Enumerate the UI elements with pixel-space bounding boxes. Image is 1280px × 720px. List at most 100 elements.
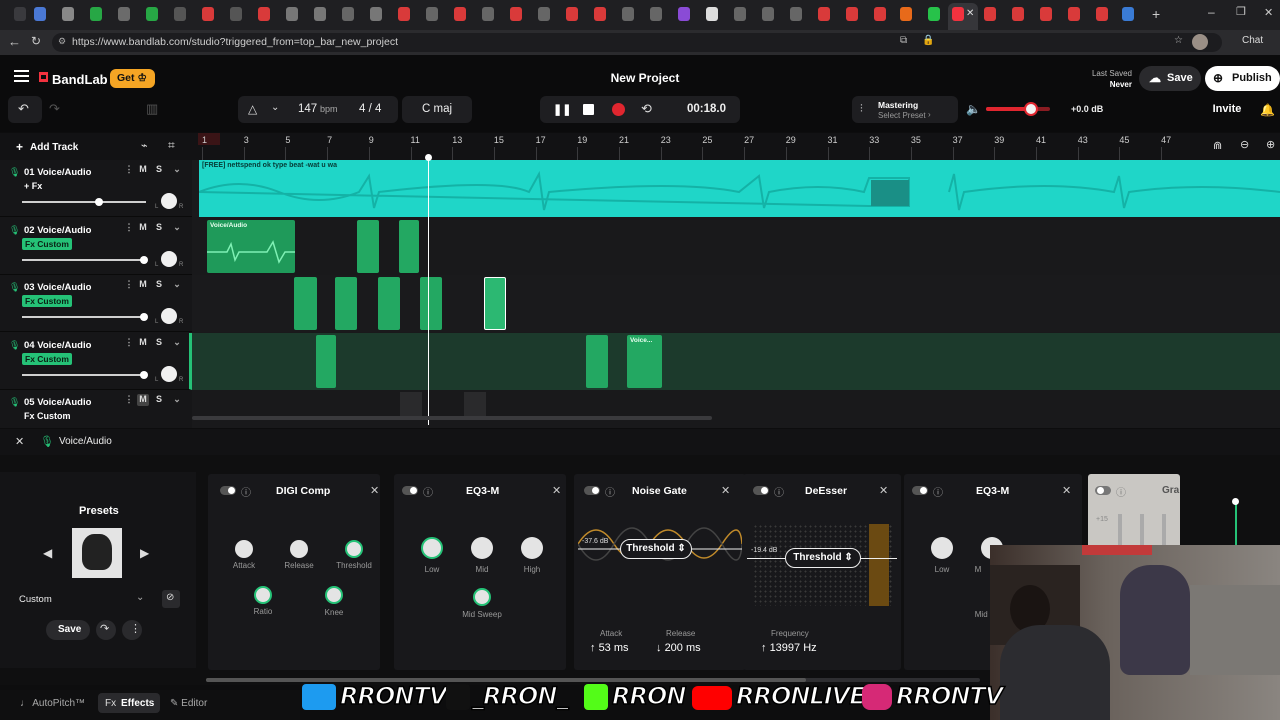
tab-effects[interactable]: Fx Effects [98,693,160,713]
info-icon[interactable]: ⓘ [423,484,433,499]
audio-clip[interactable] [294,277,317,330]
track-fx-badge[interactable]: Fx Custom [22,352,72,365]
tab-favicon-icon[interactable] [62,7,74,21]
redo-button[interactable]: ↷ [44,96,70,123]
mute-button[interactable]: M [137,337,149,349]
tab-favicon-icon[interactable] [1096,7,1108,21]
timeline-scrollbar[interactable] [192,416,712,420]
install-icon[interactable]: ⧉ [900,35,907,46]
effect-toggle[interactable] [220,486,236,495]
zoom-in-icon[interactable]: ⊕ [1266,138,1275,151]
tab-favicon-icon[interactable] [426,7,438,21]
effects-scroll-knob[interactable] [1232,498,1239,505]
track-menu-icon[interactable]: ⋮ [123,222,135,234]
track-menu-icon[interactable]: ⋮ [123,279,135,291]
lane-02[interactable]: Voice/Audio [192,218,1280,275]
master-volume-knob[interactable] [1023,102,1038,116]
audio-clip[interactable]: Voice/Audio [207,220,295,273]
preset-dropdown[interactable]: Custom ⌄ [14,590,152,608]
clear-preset-button[interactable]: ⊘ [162,590,180,608]
solo-button[interactable]: S [153,394,165,406]
audio-clip[interactable] [378,277,400,330]
tab-favicon-icon[interactable] [566,7,578,21]
knee-knob[interactable] [325,586,343,604]
info-icon[interactable]: ⓘ [1116,484,1126,499]
tab-favicon-icon[interactable] [230,7,242,21]
url-field[interactable]: ⚙ https://www.bandlab.com/studio?trigger… [52,33,1222,52]
track-name[interactable]: 02 Voice/Audio [24,225,91,236]
time-signature[interactable]: 4 / 4 [359,103,381,115]
remove-effect-icon[interactable]: ✕ [370,484,379,497]
effect-toggle[interactable] [912,486,928,495]
tab-favicon-icon[interactable] [594,7,606,21]
low-knob[interactable] [421,537,443,559]
mute-button[interactable]: M [137,279,149,291]
publish-button[interactable]: ⊕ Publish [1205,66,1280,91]
tab-favicon-icon[interactable] [1040,7,1052,21]
bookmark-star-icon[interactable]: ☆ [1174,35,1183,46]
solo-button[interactable]: S [153,279,165,291]
tab-favicon-icon[interactable] [90,7,102,21]
tab-editor[interactable]: ✎ Editor [170,698,207,709]
gate-threshold-control[interactable]: Threshold ⇕ [620,539,692,559]
tab-favicon-icon[interactable] [482,7,494,21]
audio-clip[interactable] [357,220,379,273]
tab-favicon-icon[interactable] [174,7,186,21]
close-tab-icon[interactable]: ✕ [966,8,974,19]
info-icon[interactable]: ⓘ [774,484,784,499]
track-settings-icon[interactable]: ⌗ [168,138,175,153]
tab-favicon-icon[interactable] [34,7,46,21]
chevron-down-icon[interactable]: ⌄ [171,222,183,234]
reload-icon[interactable]: ↻ [31,34,41,48]
info-icon[interactable]: ⓘ [933,484,943,499]
active-tab[interactable]: ✕ [948,3,978,30]
mastering-button[interactable]: ⫶ Mastering Select Preset › [852,96,958,123]
tab-favicon-icon[interactable] [1012,7,1024,21]
track-header[interactable]: 🎙 02 Voice/Audio ⋮ M S ⌄ Fx Custom L R [0,218,192,275]
effect-toggle[interactable] [584,486,600,495]
preset-more-button[interactable]: ⋮ [122,620,142,640]
close-effects-icon[interactable]: ✕ [15,435,24,448]
get-membership-button[interactable]: Get ♔ [110,69,155,88]
track-volume-knob[interactable] [139,313,148,321]
bpm-value[interactable]: 147 [298,103,317,115]
tab-favicon-icon[interactable] [538,7,550,21]
tab-favicon-icon[interactable] [734,7,746,21]
remove-effect-icon[interactable]: ✕ [1062,484,1071,497]
zoom-out-icon[interactable]: ⊖ [1240,138,1249,151]
tab-favicon-icon[interactable] [928,7,940,21]
deesser-threshold-control[interactable]: Threshold ⇕ [785,548,861,568]
tab-favicon-icon[interactable] [510,7,522,21]
track-name[interactable]: 04 Voice/Audio [24,340,91,351]
tab-favicon-icon[interactable] [650,7,662,21]
mute-button[interactable]: M [137,222,149,234]
mid-sweep-knob[interactable] [473,588,491,606]
audio-clip[interactable] [399,220,419,273]
track-menu-icon[interactable]: ⋮ [123,164,135,176]
selected-audio-clip[interactable] [484,277,506,330]
maximize-icon[interactable]: ❐ [1236,5,1246,18]
tab-favicon-icon[interactable] [398,7,410,21]
share-preset-button[interactable]: ↷ [96,620,116,640]
tab-favicon-icon[interactable] [1122,7,1134,21]
key-selector[interactable]: C maj [402,96,472,123]
audio-clip[interactable] [335,277,357,330]
remove-effect-icon[interactable]: ✕ [721,484,730,497]
track-volume-slider[interactable] [22,316,146,318]
ratio-knob[interactable] [254,586,272,604]
previous-preset-icon[interactable]: ◀ [43,546,52,560]
tab-favicon-icon[interactable] [762,7,774,21]
audio-clip[interactable] [420,277,442,330]
solo-button[interactable]: S [153,337,165,349]
browser-menu-icon[interactable] [14,7,26,21]
track-name[interactable]: 03 Voice/Audio [24,282,91,293]
undo-button[interactable]: ↶ [8,96,42,123]
save-project-button[interactable]: ☁ Save [1139,66,1201,91]
chevron-down-icon[interactable]: ⌄ [171,164,183,176]
track-pan-knob[interactable] [161,308,177,324]
frequency-value[interactable]: ↑ 13997 Hz [761,642,817,654]
track-fx-badge[interactable]: Fx Custom [22,237,72,250]
threshold-knob[interactable] [345,540,363,558]
remove-effect-icon[interactable]: ✕ [879,484,888,497]
metronome-dropdown-icon[interactable]: ⌄ [271,102,279,113]
